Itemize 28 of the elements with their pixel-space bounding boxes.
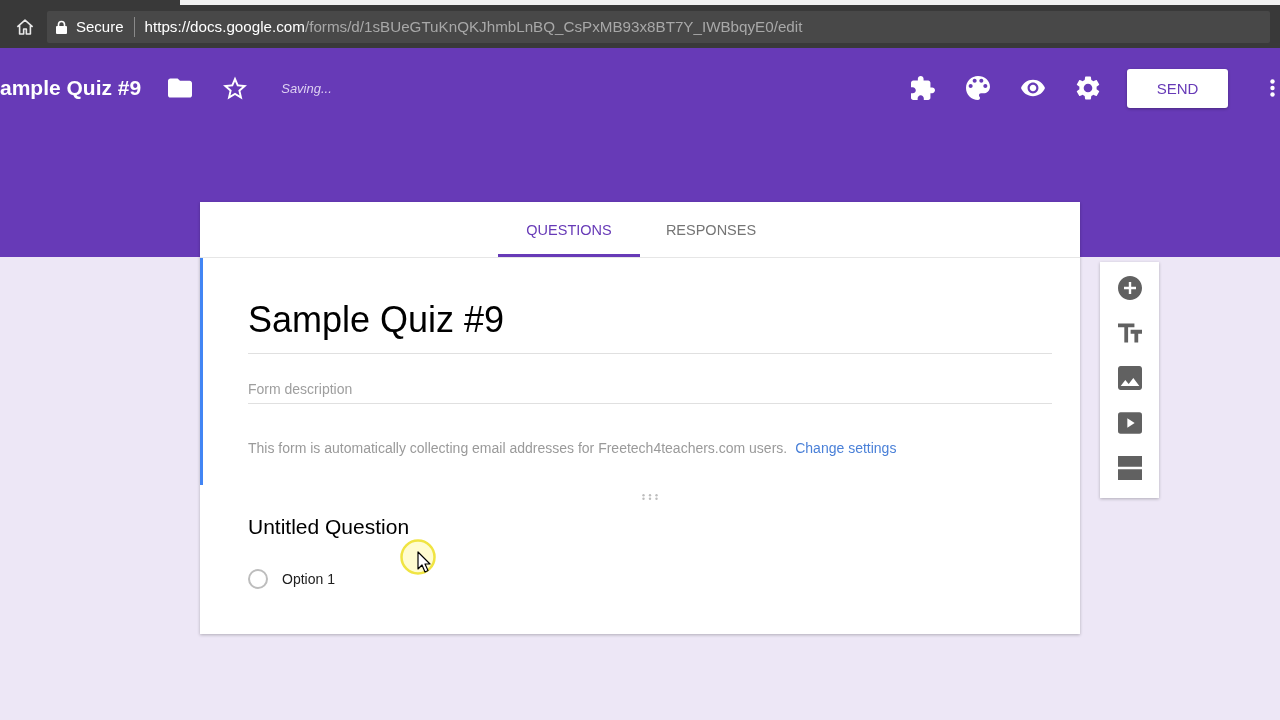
video-icon[interactable] — [1117, 411, 1142, 435]
secure-label: Secure — [76, 18, 124, 35]
radio-button[interactable] — [248, 569, 268, 589]
image-icon[interactable] — [1117, 366, 1142, 390]
tab[interactable]: QUESTIONS — [498, 202, 640, 257]
lock-icon — [56, 19, 67, 34]
form-title-field[interactable]: Sample Quiz #9 — [248, 296, 1052, 354]
change-settings-link[interactable]: Change settings — [795, 438, 897, 458]
drag-handle-icon[interactable] — [641, 494, 659, 500]
more-icon[interactable] — [1270, 79, 1275, 97]
tab[interactable]: RESPONSES — [640, 202, 782, 257]
send-button[interactable]: SEND — [1127, 68, 1228, 108]
text-size-icon[interactable] — [1117, 321, 1142, 345]
home-icon[interactable] — [16, 17, 34, 36]
folder-icon[interactable] — [168, 76, 193, 100]
saving-status: Saving... — [281, 80, 332, 96]
address-url: https://docs.google.com/forms/d/1sBUeGTuKnQKJhmbLnBQ_CsPxMB93x8BT7Y_IWBbqyE0/edit — [144, 18, 803, 35]
email-notice: This form is automatically collecting email addresses for Freetech4teachers.com users. — [248, 439, 788, 458]
option-label[interactable]: Option 1 — [282, 571, 335, 587]
star-icon[interactable] — [223, 76, 248, 100]
section-icon[interactable] — [1117, 456, 1142, 480]
add-icon[interactable] — [1117, 276, 1142, 300]
address-bar[interactable]: Secure https://docs.google.com/forms/d/1sBUeGTuKnQKJhmbLnBQ_CsPxMB93x8BT7Y_IWBbqyE0/edit — [47, 10, 1270, 43]
question-title[interactable]: Untitled Question — [248, 513, 410, 541]
palette-icon[interactable] — [966, 76, 990, 100]
document-title[interactable]: ample Quiz #9 — [0, 76, 142, 100]
puzzle-icon[interactable] — [911, 76, 935, 100]
settings-icon[interactable] — [1076, 76, 1100, 100]
